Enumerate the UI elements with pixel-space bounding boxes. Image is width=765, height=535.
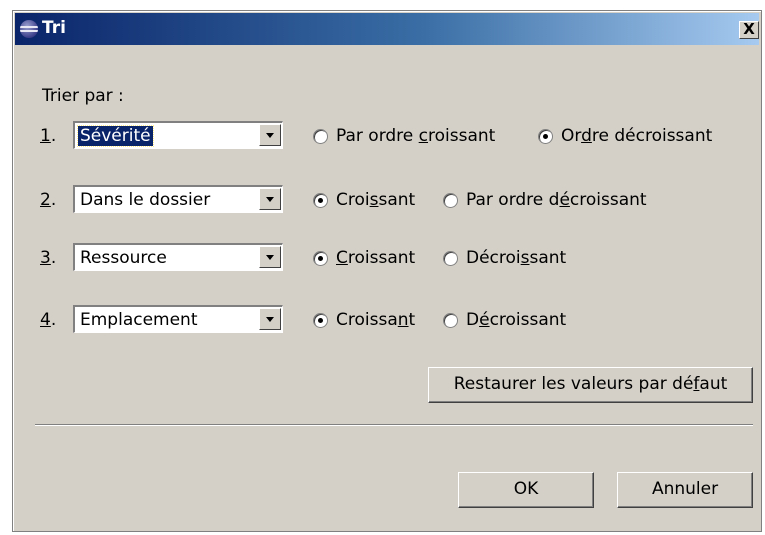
combo-value: Ressource (80, 248, 167, 268)
sort-key-select-1[interactable]: Sévérité (73, 121, 283, 149)
title-bar[interactable]: Tri X (15, 13, 759, 45)
eclipse-icon (20, 20, 38, 38)
radio-circle (538, 128, 553, 144)
combo-value: Dans le dossier (80, 190, 211, 210)
chevron-down-icon[interactable] (259, 124, 281, 146)
chevron-down-icon[interactable] (259, 246, 281, 268)
descending-radio-1[interactable]: Ordre décroissant (538, 126, 712, 146)
close-icon: X (743, 20, 755, 38)
descending-radio-2[interactable]: Par ordre décroissant (443, 190, 647, 210)
radio-circle (313, 312, 328, 328)
window-title: Tri (42, 18, 66, 38)
radio-circle (443, 250, 458, 266)
row-number-2: 2. (40, 190, 57, 210)
sort-key-select-2[interactable]: Dans le dossier (73, 185, 283, 213)
restore-defaults-button[interactable]: Restaurer les valeurs par défaut (428, 367, 753, 403)
combo-value: Emplacement (80, 310, 198, 330)
ascending-radio-4[interactable]: Croissant (313, 310, 415, 330)
combo-value: Sévérité (77, 125, 154, 147)
close-button[interactable]: X (739, 21, 759, 39)
chevron-down-icon[interactable] (259, 308, 281, 330)
radio-circle (313, 250, 328, 266)
radio-circle (313, 128, 328, 144)
descending-radio-3[interactable]: Décroissant (443, 248, 566, 268)
radio-circle (313, 192, 328, 208)
chevron-down-icon[interactable] (259, 188, 281, 210)
row-number-3: 3. (40, 248, 57, 268)
radio-circle (443, 192, 458, 208)
cancel-button[interactable]: Annuler (617, 472, 753, 508)
ascending-radio-2[interactable]: Croissant (313, 190, 415, 210)
radio-circle (443, 312, 458, 328)
row-number-1: 1. (40, 126, 57, 146)
ascending-radio-3[interactable]: Croissant (313, 248, 415, 268)
sort-key-select-3[interactable]: Ressource (73, 243, 283, 271)
separator (35, 424, 753, 426)
row-number-4: 4. (40, 310, 57, 330)
sort-by-label: Trier par : (42, 86, 124, 106)
sort-key-select-4[interactable]: Emplacement (73, 305, 283, 333)
descending-radio-4[interactable]: Décroissant (443, 310, 566, 330)
ascending-radio-1[interactable]: Par ordre croissant (313, 126, 495, 146)
ok-button[interactable]: OK (458, 472, 594, 508)
sort-dialog: Tri X (12, 10, 762, 532)
